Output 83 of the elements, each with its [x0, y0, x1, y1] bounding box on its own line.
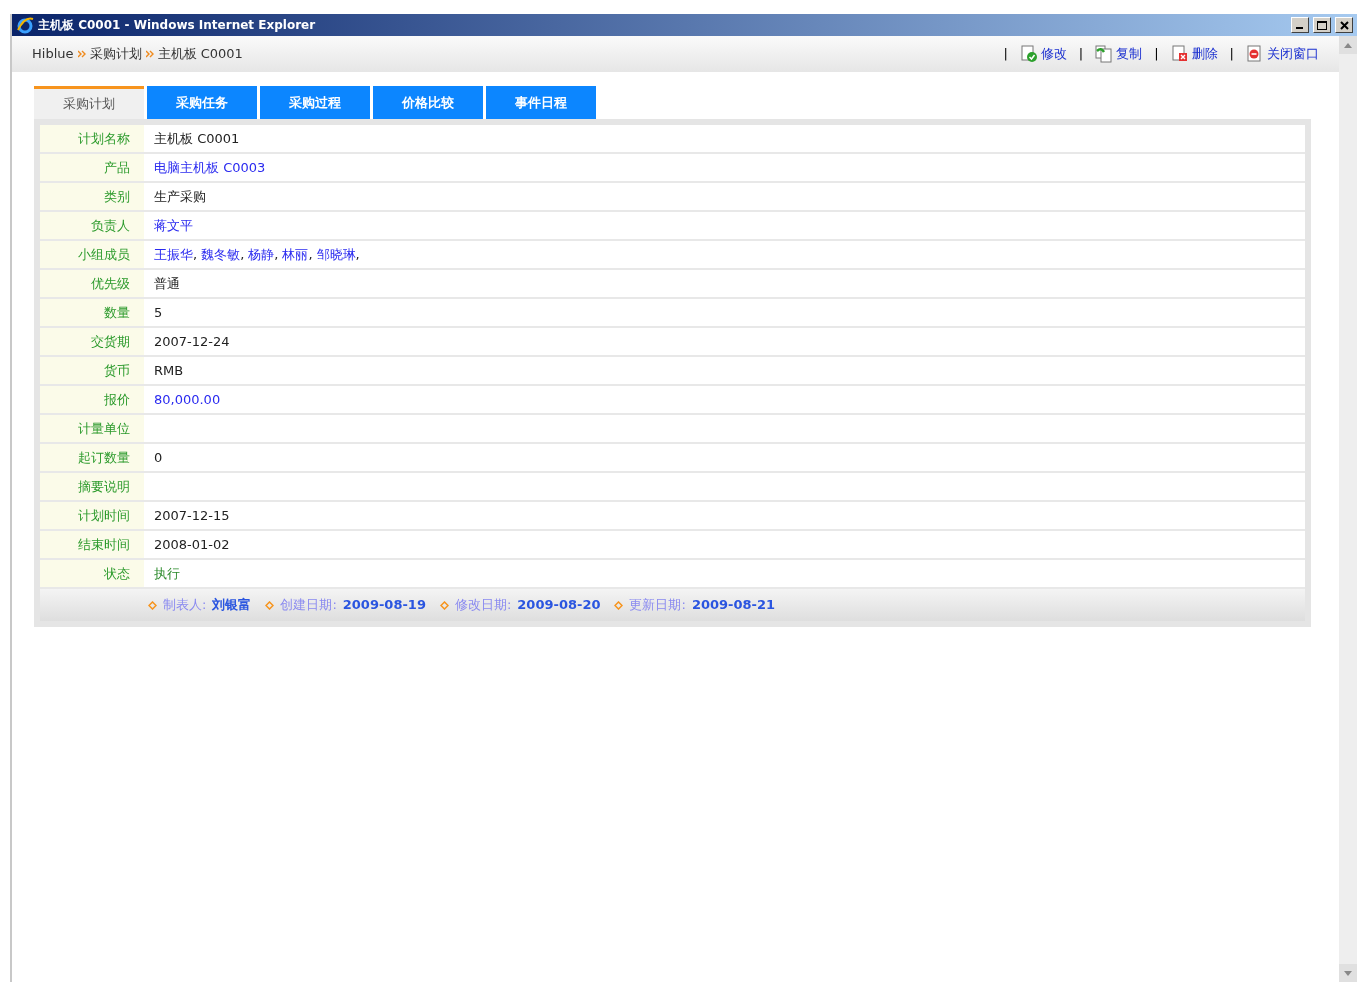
meta-label: 更新日期: — [629, 596, 686, 615]
scrollbar[interactable] — [1339, 36, 1357, 982]
field-label: 结束时间 — [40, 531, 144, 558]
member-link[interactable]: 邹晓琳 — [316, 246, 356, 262]
divider-text: | — [1078, 45, 1084, 64]
action-link[interactable]: 关闭窗口 — [1246, 44, 1319, 64]
member-link[interactable]: 林丽 — [282, 246, 309, 262]
field-label: 计量单位 — [40, 415, 144, 442]
meta-value: 2009-08-21 — [691, 596, 776, 615]
action-link[interactable]: 复制 — [1095, 44, 1143, 64]
status-value: 执行 — [153, 564, 180, 583]
field-label: 小组成员 — [40, 241, 144, 268]
meta-value: 2009-08-19 — [342, 596, 426, 615]
field-label: 计划名称 — [40, 125, 144, 152]
comma-text: , — [308, 246, 313, 262]
breadcrumb-link[interactable]: 采购计划 — [89, 44, 142, 64]
close-icon — [1339, 20, 1349, 30]
field-label: 摘要说明 — [40, 473, 144, 500]
tab[interactable]: 采购任务 — [147, 86, 257, 119]
field-value: 普通 — [153, 274, 180, 293]
comma-text: , — [274, 246, 279, 262]
comma-text: , — [240, 246, 245, 262]
tab[interactable]: 事件日程 — [486, 86, 596, 119]
field-label: 起订数量 — [40, 444, 144, 471]
comma-text: , — [193, 246, 198, 262]
documents-icon — [1095, 45, 1114, 63]
divider-text: | — [1003, 45, 1008, 64]
field-label: 货币 — [40, 357, 144, 384]
maximize-icon — [1317, 20, 1327, 30]
field-label: 数量 — [40, 299, 144, 326]
tab[interactable]: 采购过程 — [260, 86, 370, 119]
breadcrumb-current: 主机板 C0001 — [157, 45, 243, 64]
meta-value: 2009-08-20 — [517, 596, 601, 615]
field-value: 0 — [153, 448, 163, 467]
field-label: 产品 — [40, 154, 144, 181]
browser-logo-icon — [16, 16, 34, 34]
field-label: 类别 — [40, 183, 144, 210]
minimize-button[interactable] — [1291, 17, 1309, 33]
diamond-icon — [614, 600, 624, 610]
document-stop-icon — [1246, 45, 1264, 63]
value-link[interactable]: 80,000.00 — [154, 391, 221, 407]
field-value: 主机板 C0001 — [153, 129, 240, 148]
document-delete-icon — [1170, 45, 1189, 63]
breadcrumb-separator-icon — [145, 50, 154, 58]
divider-text: | — [1154, 45, 1159, 64]
field-label: 优先级 — [40, 270, 144, 297]
field-label: 负责人 — [40, 212, 144, 239]
member-link[interactable]: 王振华 — [154, 246, 193, 262]
field-value: 5 — [153, 303, 163, 322]
maximize-button[interactable] — [1313, 17, 1331, 33]
field-label: 交货期 — [40, 328, 144, 355]
down-arrow-icon — [1344, 970, 1352, 976]
diamond-icon — [265, 600, 275, 610]
field-label: 报价 — [40, 386, 144, 413]
close-button[interactable] — [1335, 17, 1353, 33]
action-link[interactable]: 修改 — [1019, 44, 1067, 64]
diamond-icon — [148, 600, 157, 610]
meta-value: 刘银富 — [212, 596, 252, 615]
field-value: 2008-01-02 — [153, 535, 230, 554]
up-arrow-icon — [1344, 42, 1352, 48]
value-link[interactable]: 电脑主机板 C0003 — [154, 159, 266, 175]
field-value: 2007-12-15 — [153, 506, 230, 525]
comma-text: , — [355, 246, 360, 262]
breadcrumb-separator-icon — [77, 50, 86, 58]
field-label: 计划时间 — [40, 502, 144, 529]
field-value: 2007-12-24 — [153, 332, 230, 351]
diamond-icon — [439, 600, 449, 610]
member-link[interactable]: 杨静 — [248, 246, 275, 262]
tab[interactable]: 采购计划 — [34, 86, 144, 119]
action-link[interactable]: 删除 — [1170, 44, 1218, 64]
window-title: 主机板 C0001 - Windows Internet Explorer — [38, 17, 316, 34]
meta-label: 修改日期: — [454, 596, 512, 615]
field-value: 生产采购 — [153, 187, 206, 206]
breadcrumb-link[interactable]: Hiblue — [32, 44, 74, 64]
divider-text: | — [1229, 45, 1234, 64]
document-check-icon — [1019, 45, 1038, 63]
value-link[interactable]: 蒋文平 — [154, 217, 193, 233]
scroll-down-button[interactable] — [1339, 964, 1357, 982]
tab[interactable]: 价格比较 — [373, 86, 483, 119]
meta-label: 制表人: — [163, 596, 207, 615]
field-label: 状态 — [40, 560, 144, 587]
field-value: RMB — [153, 361, 184, 380]
meta-label: 创建日期: — [280, 596, 337, 615]
